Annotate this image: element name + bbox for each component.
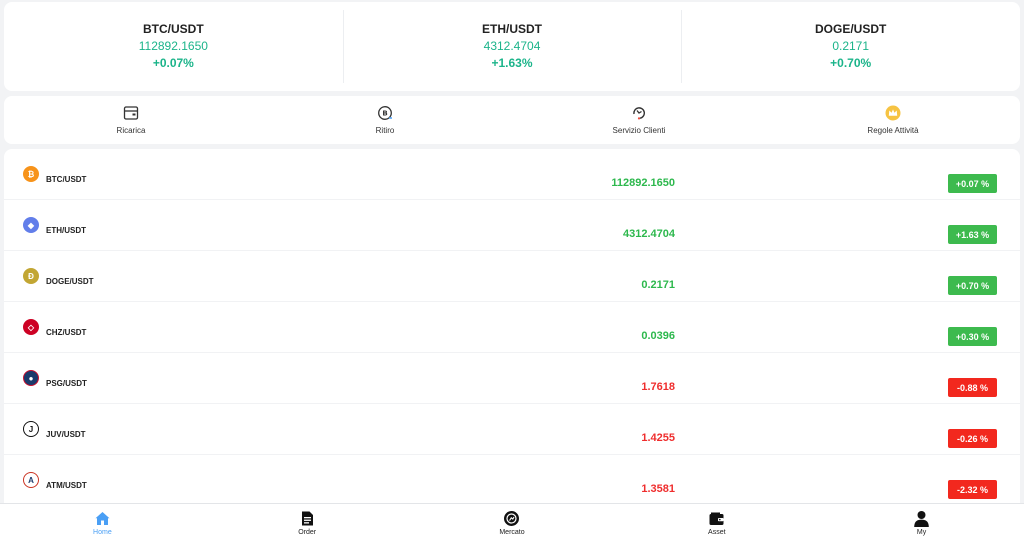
market-row[interactable]: ◆ ETH/USDT 4312.4704 +1.63 % xyxy=(4,200,1020,251)
market-row[interactable]: ₿ BTC/USDT 112892.1650 +0.07 % xyxy=(4,149,1020,200)
change-badge: +1.63 % xyxy=(948,225,997,244)
ticker-doge[interactable]: DOGE/USDT 0.2171 +0.70% xyxy=(681,2,1020,91)
tab-label: Home xyxy=(93,528,112,536)
ticker-strip: BTC/USDT 112892.1650 +0.07% ETH/USDT 431… xyxy=(4,2,1020,91)
change-badge: -0.88 % xyxy=(948,378,997,397)
action-label: Ricarica xyxy=(116,126,146,135)
market-price: 112892.1650 xyxy=(611,177,675,189)
tab-home[interactable]: Home xyxy=(0,504,205,541)
ticker-price: 112892.1650 xyxy=(138,39,208,53)
ticker-change: +1.63% xyxy=(491,56,533,70)
market-row[interactable]: J JUV/USDT 1.4255 -0.26 % xyxy=(4,404,1020,455)
wallet-card-icon xyxy=(123,106,139,120)
action-servizio-clienti[interactable]: Servizio Clienti xyxy=(512,96,766,144)
user-icon xyxy=(914,510,929,527)
market-price: 1.7618 xyxy=(641,381,675,393)
quick-actions: Ricarica B Ritiro Servizio Clienti Regol… xyxy=(4,96,1020,144)
action-label: Ritiro xyxy=(375,126,395,135)
tab-label: Mercato xyxy=(499,528,525,536)
market-icon xyxy=(504,510,520,526)
action-label: Regole Attività xyxy=(867,126,919,135)
tab-label: Asset xyxy=(708,528,726,536)
market-row[interactable]: ◇ CHZ/USDT 0.0396 +0.30 % xyxy=(4,302,1020,353)
market-row[interactable]: A ATM/USDT 1.3581 -2.32 % xyxy=(4,455,1020,503)
ticker-btc[interactable]: BTC/USDT 112892.1650 +0.07% xyxy=(4,2,343,91)
document-icon xyxy=(301,511,313,525)
market-pair: ETH/USDT xyxy=(46,226,86,235)
change-badge: +0.70 % xyxy=(948,276,997,295)
tab-label: Order xyxy=(298,528,317,536)
ticker-change: +0.07% xyxy=(152,56,194,70)
atletico-icon: A xyxy=(23,472,39,488)
ticker-pair: ETH/USDT xyxy=(482,22,542,36)
market-list: ₿ BTC/USDT 112892.1650 +0.07 % ◆ ETH/USD… xyxy=(4,149,1020,503)
ticker-price: 0.2171 xyxy=(832,39,870,53)
market-price: 0.2171 xyxy=(641,279,675,291)
dogecoin-icon: Ð xyxy=(23,268,39,284)
market-row[interactable]: ● PSG/USDT 1.7618 -0.88 % xyxy=(4,353,1020,404)
ticker-pair: BTC/USDT xyxy=(143,22,204,36)
ethereum-icon: ◆ xyxy=(23,217,39,233)
psg-icon: ● xyxy=(23,370,39,386)
change-badge: -0.26 % xyxy=(948,429,997,448)
tab-asset[interactable]: Asset xyxy=(614,504,819,541)
wallet-icon xyxy=(709,512,724,525)
market-pair: CHZ/USDT xyxy=(46,328,87,337)
chiliz-icon: ◇ xyxy=(23,319,39,335)
action-ricarica[interactable]: Ricarica xyxy=(4,96,258,144)
change-badge: +0.07 % xyxy=(948,174,997,193)
tab-label: My xyxy=(916,528,927,536)
market-price: 4312.4704 xyxy=(623,228,675,240)
action-regole-attivita[interactable]: Regole Attività xyxy=(766,96,1020,144)
market-price: 1.4255 xyxy=(641,432,675,444)
tab-mercato[interactable]: Mercato xyxy=(410,504,615,541)
change-badge: +0.30 % xyxy=(948,327,997,346)
action-label: Servizio Clienti xyxy=(612,126,666,135)
tab-my[interactable]: My xyxy=(819,504,1024,541)
market-pair: JUV/USDT xyxy=(46,430,86,439)
market-row[interactable]: Ð DOGE/USDT 0.2171 +0.70 % xyxy=(4,251,1020,302)
juventus-icon: J xyxy=(23,421,39,437)
ticker-price: 4312.4704 xyxy=(483,39,541,53)
market-pair: ATM/USDT xyxy=(46,481,87,490)
svg-text:B: B xyxy=(382,110,387,118)
market-price: 0.0396 xyxy=(641,330,675,342)
market-pair: DOGE/USDT xyxy=(46,277,94,286)
market-price: 1.3581 xyxy=(641,483,675,495)
ticker-change: +0.70% xyxy=(830,56,872,70)
action-ritiro[interactable]: B Ritiro xyxy=(258,96,512,144)
tab-order[interactable]: Order xyxy=(205,504,410,541)
ticker-pair: DOGE/USDT xyxy=(815,22,887,36)
bitcoin-icon: ₿ xyxy=(23,166,39,182)
change-badge: -2.32 % xyxy=(948,480,997,499)
bottom-tab-bar: Home Order Mercato Asset My xyxy=(0,503,1024,541)
withdraw-coin-icon: B xyxy=(378,106,392,120)
market-pair: BTC/USDT xyxy=(46,175,87,184)
home-icon xyxy=(95,511,110,525)
ticker-eth[interactable]: ETH/USDT 4312.4704 +1.63% xyxy=(342,2,682,91)
market-pair: PSG/USDT xyxy=(46,379,87,388)
headset-icon xyxy=(633,107,646,120)
crown-icon xyxy=(885,105,901,121)
